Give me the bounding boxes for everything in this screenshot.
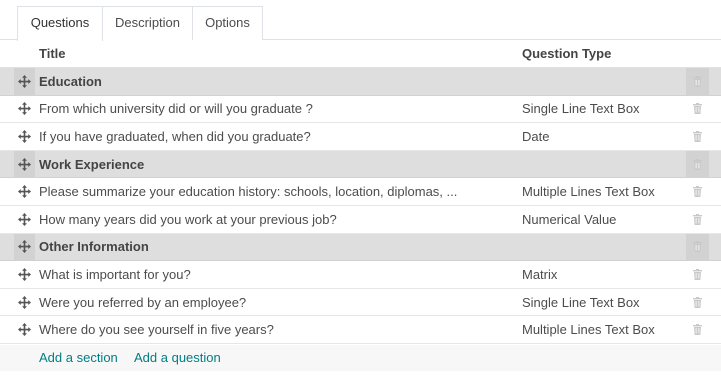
add-section-link[interactable]: Add a section xyxy=(39,350,118,365)
delete-row-trash-icon[interactable] xyxy=(686,68,709,95)
question-title[interactable]: How many years did you work at your prev… xyxy=(39,206,337,233)
delete-row-trash-icon[interactable] xyxy=(686,150,709,178)
question-row[interactable]: What is important for you? Matrix xyxy=(0,261,721,289)
question-title[interactable]: Were you referred by an employee? xyxy=(39,289,246,316)
table-header: Title Question Type xyxy=(0,40,721,68)
section-title[interactable]: Other Information xyxy=(39,234,149,261)
question-row[interactable]: If you have graduated, when did you grad… xyxy=(0,123,721,151)
tab-questions[interactable]: Questions xyxy=(17,6,103,41)
notebook-tabs: Questions Description Options xyxy=(0,0,721,41)
section-row[interactable]: Work Experience xyxy=(0,150,721,179)
question-title[interactable]: What is important for you? xyxy=(39,261,191,288)
section-title[interactable]: Education xyxy=(39,68,102,95)
tab-options[interactable]: Options xyxy=(192,6,263,40)
delete-row-trash-icon[interactable] xyxy=(686,261,709,288)
column-header-title[interactable]: Title xyxy=(39,46,66,61)
question-row[interactable]: Please summarize your education history:… xyxy=(0,178,721,206)
section-row[interactable]: Education xyxy=(0,68,721,96)
question-type[interactable]: Matrix xyxy=(522,261,557,288)
drag-handle-icon[interactable] xyxy=(14,150,35,178)
delete-row-trash-icon[interactable] xyxy=(686,316,709,343)
question-title[interactable]: Please summarize your education history:… xyxy=(39,178,457,205)
drag-handle-icon[interactable] xyxy=(14,68,35,95)
delete-row-trash-icon[interactable] xyxy=(686,178,709,205)
delete-row-trash-icon[interactable] xyxy=(686,123,709,150)
question-type[interactable]: Single Line Text Box xyxy=(522,289,640,316)
drag-handle-icon[interactable] xyxy=(14,178,35,205)
drag-handle-icon[interactable] xyxy=(14,206,35,233)
section-title[interactable]: Work Experience xyxy=(39,151,144,178)
delete-row-trash-icon[interactable] xyxy=(686,233,709,261)
question-type[interactable]: Multiple Lines Text Box xyxy=(522,178,655,205)
section-row[interactable]: Other Information xyxy=(0,233,721,262)
question-type[interactable]: Single Line Text Box xyxy=(522,96,640,123)
add-question-link[interactable]: Add a question xyxy=(134,350,221,365)
question-row[interactable]: Were you referred by an employee? Single … xyxy=(0,288,721,317)
delete-row-trash-icon[interactable] xyxy=(686,96,709,123)
question-list: Education From which university did or wi… xyxy=(0,68,721,344)
question-row[interactable]: Where do you see yourself in five years?… xyxy=(0,316,721,344)
drag-handle-icon[interactable] xyxy=(14,261,35,288)
question-title[interactable]: If you have graduated, when did you grad… xyxy=(39,123,311,150)
drag-handle-icon[interactable] xyxy=(14,233,35,261)
drag-handle-icon[interactable] xyxy=(14,316,35,343)
delete-row-trash-icon[interactable] xyxy=(686,206,709,233)
question-type[interactable]: Multiple Lines Text Box xyxy=(522,316,655,343)
add-line-row: Add a section Add a question xyxy=(0,345,721,371)
question-title[interactable]: Where do you see yourself in five years? xyxy=(39,316,274,343)
question-title[interactable]: From which university did or will you gr… xyxy=(39,96,313,123)
question-type[interactable]: Date xyxy=(522,123,549,150)
delete-row-trash-icon[interactable] xyxy=(686,289,709,316)
question-type[interactable]: Numerical Value xyxy=(522,206,616,233)
question-row[interactable]: From which university did or will you gr… xyxy=(0,95,721,124)
column-header-question-type[interactable]: Question Type xyxy=(522,46,611,61)
drag-handle-icon[interactable] xyxy=(14,123,35,150)
drag-handle-icon[interactable] xyxy=(14,289,35,316)
drag-handle-icon[interactable] xyxy=(14,96,35,123)
tab-description[interactable]: Description xyxy=(102,6,193,40)
question-row[interactable]: How many years did you work at your prev… xyxy=(0,205,721,234)
